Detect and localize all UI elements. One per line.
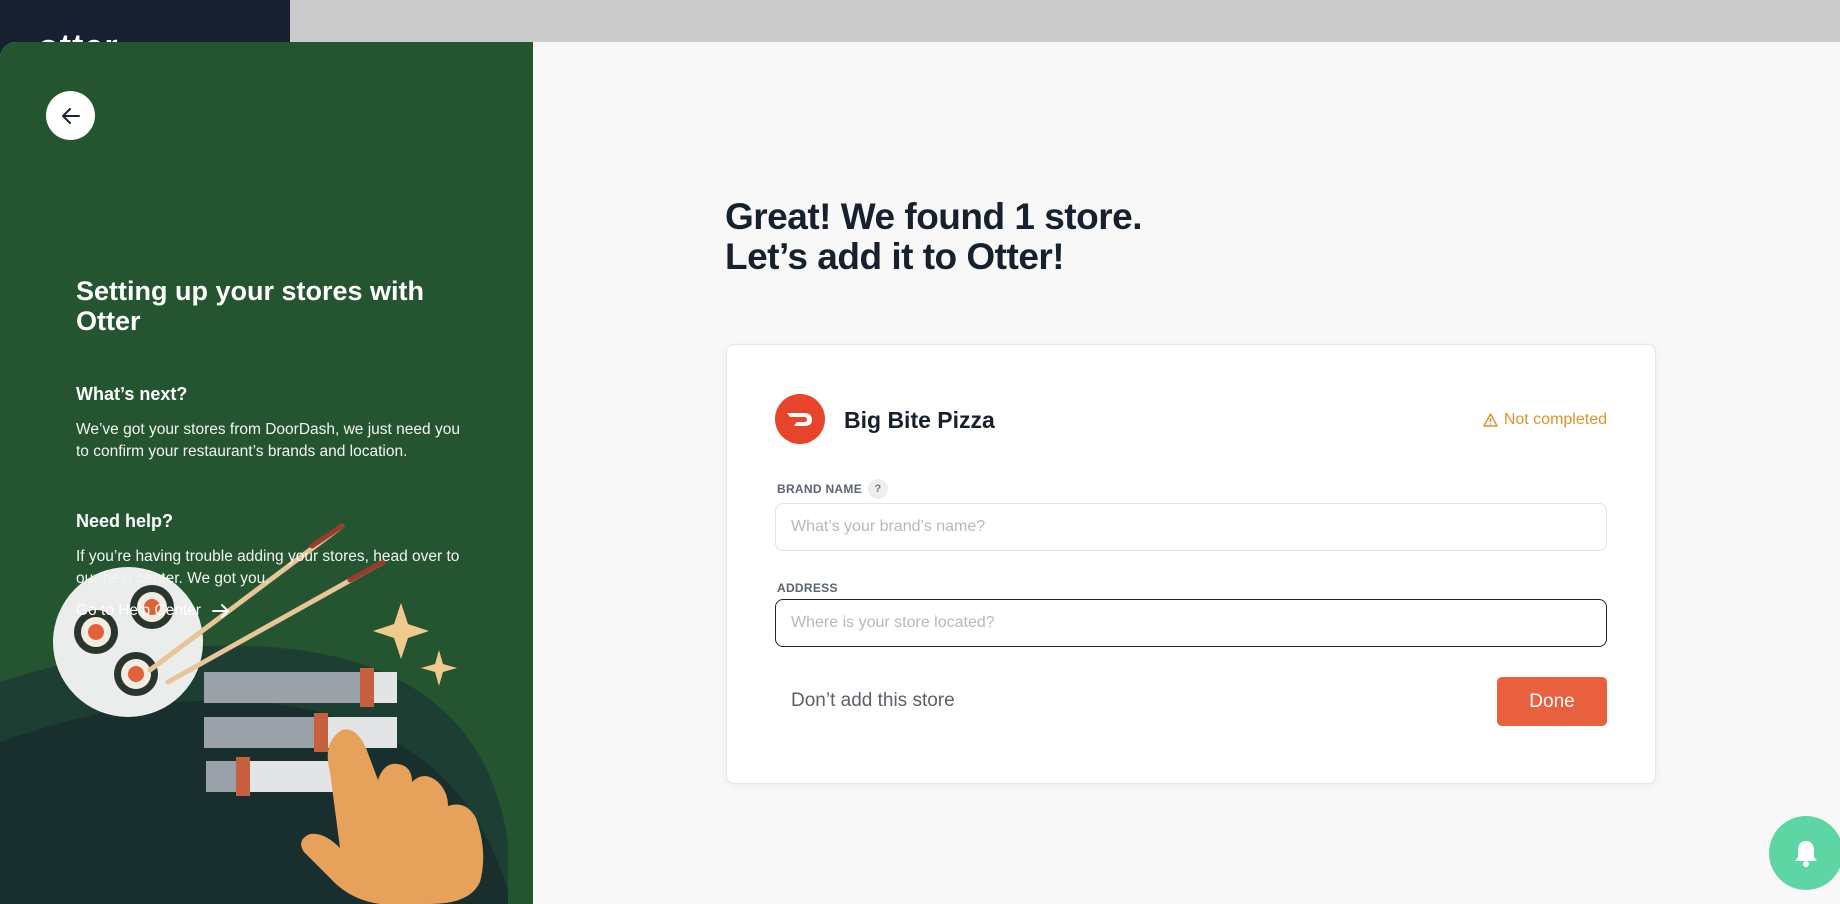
main-content: Great! We found 1 store. Let’s add it to…: [533, 42, 1840, 904]
store-name: Big Bite Pizza: [844, 407, 995, 433]
need-help-heading: Need help?: [76, 511, 174, 531]
address-label-text: ADDRESS: [777, 581, 838, 595]
doordash-logo: [775, 394, 825, 444]
notifications-button[interactable]: [1769, 816, 1840, 890]
panel-title: Setting up your stores with Otter: [76, 276, 425, 336]
whats-next-text: We’ve got your stores from DoorDash, we …: [76, 421, 460, 460]
status-text: Not completed: [1503, 411, 1607, 428]
help-center-link-label: Go to Help Center: [76, 602, 201, 619]
help-center-link[interactable]: Go to Help Center: [76, 602, 231, 620]
whats-next-heading: What’s next?: [76, 384, 188, 404]
onboarding-info-panel: Setting up your stores with Otter What’s…: [0, 42, 533, 904]
page-title: Great! We found 1 store. Let’s add it to…: [725, 196, 1143, 277]
onboarding-info-content: Setting up your stores with Otter What’s…: [76, 276, 466, 620]
doordash-icon: [787, 413, 812, 426]
back-button[interactable]: [46, 91, 95, 140]
arrow-left-icon: [61, 107, 80, 124]
status-badge: Not completed: [1483, 411, 1607, 429]
brand-name-input[interactable]: [775, 503, 1607, 551]
store-card: Big Bite Pizza Not completed BRAND NAME …: [726, 344, 1656, 784]
page-title-line-1: Great! We found 1 store.: [725, 196, 1143, 237]
setup-modal: Setting up your stores with Otter What’s…: [0, 42, 1840, 904]
brand-name-label: BRAND NAME ?: [777, 479, 888, 499]
done-button[interactable]: Done: [1497, 677, 1607, 726]
bell-icon: [1795, 841, 1817, 867]
brand-name-help-icon[interactable]: ?: [868, 479, 888, 499]
need-help-text: If you’re having trouble adding your sto…: [76, 548, 460, 587]
brand-name-label-text: BRAND NAME: [777, 482, 862, 496]
page-title-line-2: Let’s add it to Otter!: [725, 236, 1065, 277]
address-label: ADDRESS: [777, 581, 838, 595]
warning-icon: [1483, 413, 1498, 427]
arrow-right-icon: [211, 604, 229, 618]
address-input[interactable]: [775, 599, 1607, 647]
dont-add-store-button[interactable]: Don’t add this store: [791, 690, 955, 712]
